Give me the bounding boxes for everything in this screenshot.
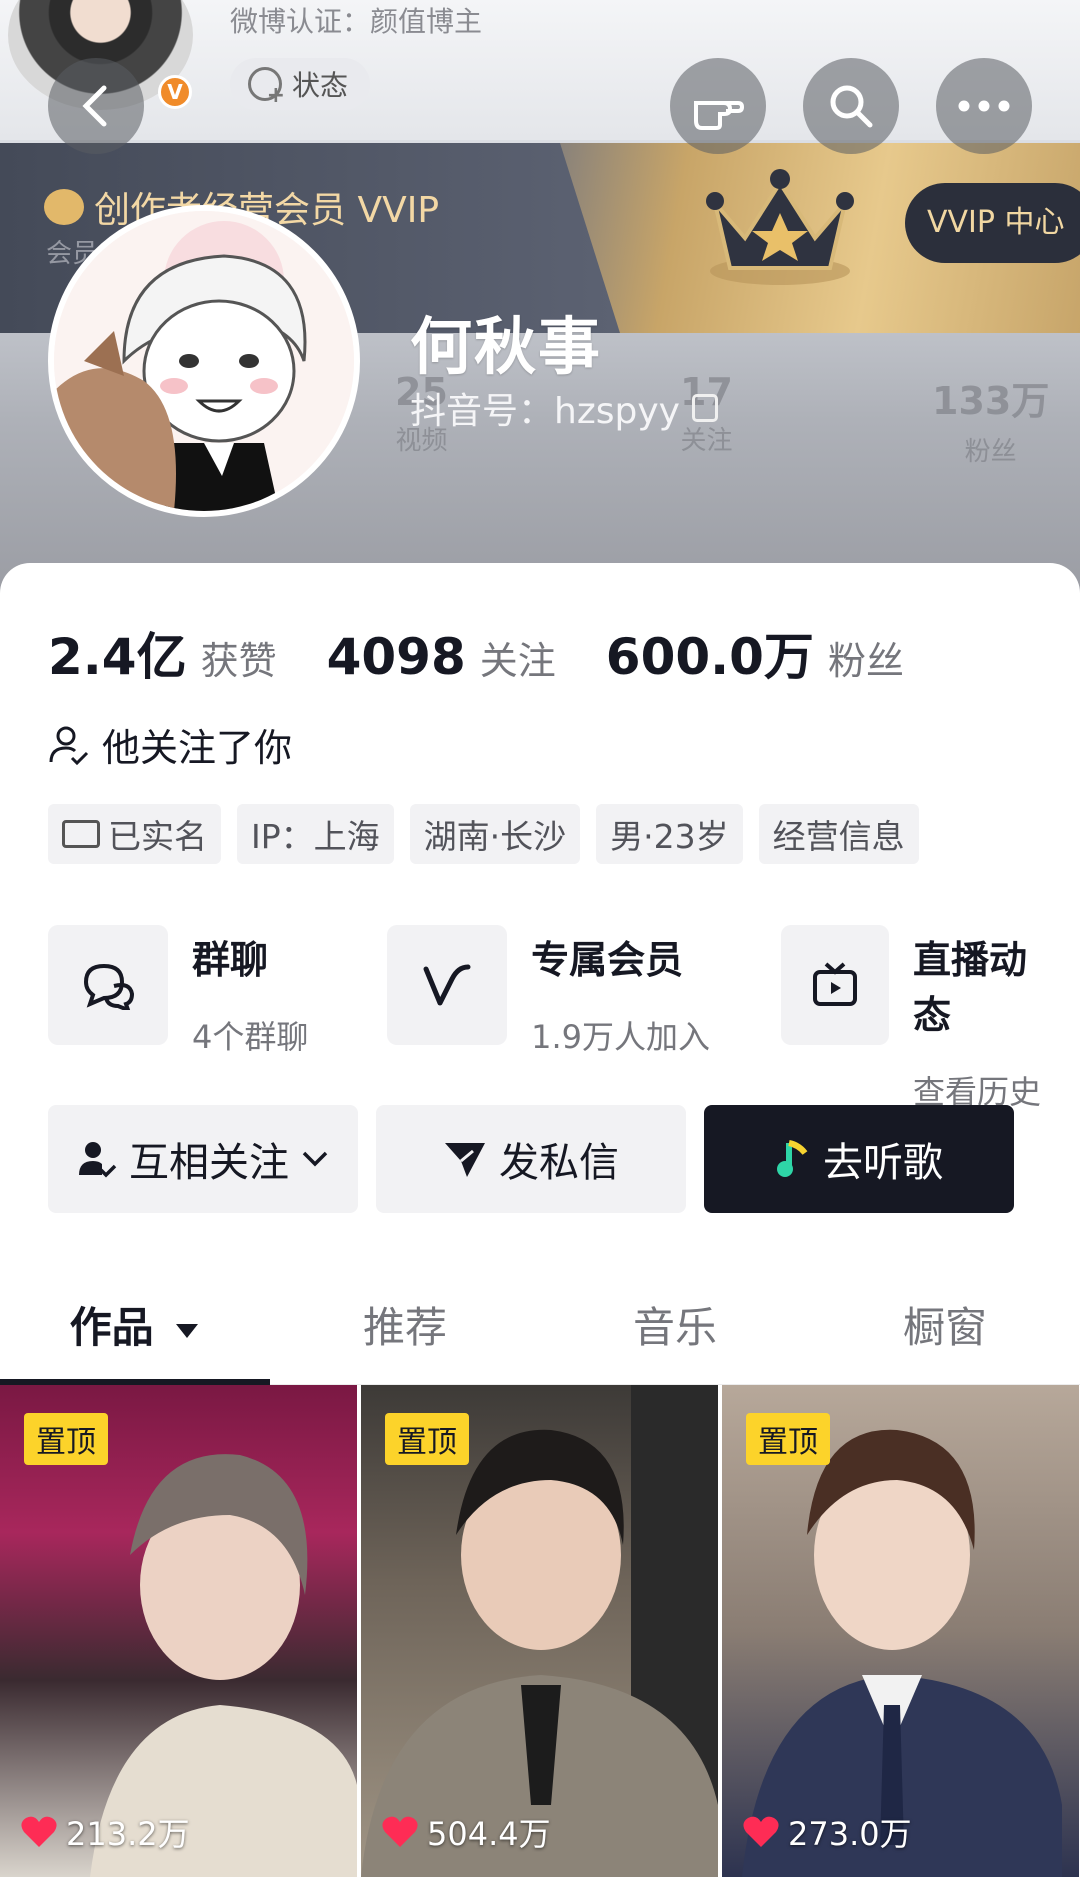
- mutual-follow-label: 互相关注: [129, 1140, 289, 1186]
- status-add-icon: [248, 67, 285, 108]
- tab-works-label: 作品: [69, 1303, 154, 1352]
- douyin-id-label: 抖音号：hzspyy: [410, 391, 680, 432]
- tag-verified-label: 已实名: [108, 817, 207, 856]
- chat-bubbles-icon: [48, 925, 168, 1045]
- person-check-icon: [49, 726, 89, 765]
- video-thumbnail[interactable]: 置顶 213.2万: [0, 1385, 357, 1877]
- mutual-follow-button[interactable]: 互相关注: [48, 1105, 358, 1213]
- feature-exclusive-member[interactable]: 专属会员 1.9万人加入: [387, 925, 751, 1113]
- stat-likes-number: 2.4亿: [48, 628, 187, 686]
- stats-row: 2.4亿 获赞 4098 关注 600.0万 粉丝: [48, 617, 954, 689]
- status-label: 状态: [292, 69, 349, 102]
- pinned-badge: 置顶: [746, 1413, 830, 1465]
- nickname: 何秋事: [410, 310, 603, 383]
- profile-card: 2.4亿 获赞 4098 关注 600.0万 粉丝 他关注了你 已实名 IP：上…: [0, 563, 1080, 1877]
- action-row: 互相关注 发私信 去听歌: [48, 1105, 1014, 1213]
- video-likes: 273.0万: [742, 1809, 912, 1855]
- weibo-certification: 微博认证：颜值博主: [230, 5, 483, 38]
- follows-you-label: 他关注了你: [102, 726, 293, 770]
- chevron-left-icon: [82, 85, 107, 127]
- tab-recommend[interactable]: 推荐: [270, 1273, 540, 1384]
- stat-fans[interactable]: 600.0万 粉丝: [606, 617, 904, 689]
- tv-live-icon: [780, 925, 889, 1045]
- search-icon: [830, 85, 873, 128]
- pinned-badge: 置顶: [24, 1413, 108, 1465]
- send-message-button[interactable]: 发私信: [376, 1105, 686, 1213]
- stat-likes[interactable]: 2.4亿 获赞: [48, 617, 277, 689]
- douyin-id[interactable]: 抖音号：hzspyy: [410, 382, 718, 434]
- feature-live[interactable]: 直播动态 查看历史: [780, 925, 1050, 1113]
- stat-fans-number: 600.0万: [605, 628, 814, 686]
- video-likes: 213.2万: [20, 1809, 190, 1855]
- avatar-illustration: [54, 211, 354, 511]
- profile-header: V 微博认证：颜值博主 状态 创作者经营会员 VVIP 会员成长 > VVIP …: [0, 0, 1080, 600]
- tab-works[interactable]: 作品: [0, 1273, 270, 1384]
- vvip-logo-icon: [44, 189, 84, 225]
- tag-gender-age[interactable]: 男·23岁: [596, 804, 743, 864]
- video-likes-count: 504.4万: [427, 1815, 551, 1853]
- feature-row: 群聊 4个群聊 专属会员 1.9万人加入 直播动态 查看历史: [48, 925, 1080, 1113]
- pinned-badge: 置顶: [385, 1413, 469, 1465]
- stat-fans-label: 粉丝: [827, 639, 904, 683]
- hand-point-icon: [694, 101, 745, 130]
- id-card-icon: [62, 820, 100, 848]
- heart-icon: [743, 1816, 779, 1847]
- feature-live-title: 直播动态: [913, 938, 1028, 1037]
- paper-plane-icon: [445, 1143, 485, 1177]
- feature-exclusive-member-sub: 1.9万人加入: [531, 1018, 711, 1056]
- v-member-icon: [387, 925, 508, 1045]
- video-likes: 504.4万: [381, 1809, 551, 1855]
- stat-following-number: 4098: [326, 628, 466, 686]
- video-likes-count: 273.0万: [788, 1815, 912, 1853]
- listen-music-button[interactable]: 去听歌: [704, 1105, 1014, 1213]
- more-dots-icon: [958, 100, 1010, 112]
- heart-icon: [21, 1816, 57, 1847]
- chevron-down-icon: [302, 1151, 328, 1167]
- video-grid: 置顶 213.2万 置顶 504.4万 置顶 273.0万: [0, 1385, 1080, 1877]
- tag-verified[interactable]: 已实名: [48, 804, 221, 864]
- search-button[interactable]: [803, 58, 899, 154]
- tab-music[interactable]: 音乐: [540, 1273, 810, 1384]
- heart-icon: [382, 1816, 418, 1847]
- status-button[interactable]: 状态: [230, 58, 371, 110]
- send-message-label: 发私信: [499, 1140, 619, 1186]
- crown-icon: [706, 169, 854, 285]
- tag-business-info[interactable]: 经营信息: [758, 804, 919, 864]
- music-note-icon: [777, 1140, 808, 1177]
- feature-exclusive-member-title: 专属会员: [531, 938, 684, 982]
- vvip-center-button[interactable]: VVIP 中心: [905, 183, 1080, 263]
- video-thumbnail[interactable]: 置顶 273.0万: [722, 1385, 1079, 1877]
- tab-showcase[interactable]: 橱窗: [810, 1273, 1080, 1384]
- back-button[interactable]: [48, 58, 144, 154]
- faded-stat-fans: 133万 粉丝: [932, 379, 1050, 467]
- content-tabs: 作品 推荐 音乐 橱窗: [0, 1273, 1080, 1385]
- more-button[interactable]: [936, 58, 1032, 154]
- hand-point-button[interactable]: [670, 58, 766, 154]
- caret-down-icon: [176, 1323, 199, 1338]
- video-thumbnail[interactable]: 置顶 504.4万: [361, 1385, 718, 1877]
- stat-following[interactable]: 4098 关注: [327, 628, 556, 686]
- follows-you-indicator: 他关注了你: [48, 717, 292, 772]
- feature-group-chat-sub: 4个群聊: [192, 1018, 309, 1056]
- feature-group-chat-title: 群聊: [192, 938, 269, 982]
- tag-ip[interactable]: IP：上海: [237, 804, 394, 864]
- copy-icon[interactable]: [691, 394, 718, 422]
- tag-location[interactable]: 湖南·长沙: [409, 804, 581, 864]
- verified-badge-icon: V: [158, 75, 192, 109]
- person-check-filled-icon: [79, 1142, 117, 1178]
- video-likes-count: 213.2万: [66, 1815, 190, 1853]
- feature-group-chat[interactable]: 群聊 4个群聊: [48, 925, 357, 1113]
- listen-music-label: 去听歌: [823, 1140, 943, 1186]
- stat-likes-label: 获赞: [200, 639, 277, 683]
- tag-row: 已实名 IP：上海 湖南·长沙 男·23岁 经营信息: [48, 804, 919, 864]
- profile-avatar[interactable]: [48, 205, 360, 517]
- stat-following-label: 关注: [479, 639, 556, 683]
